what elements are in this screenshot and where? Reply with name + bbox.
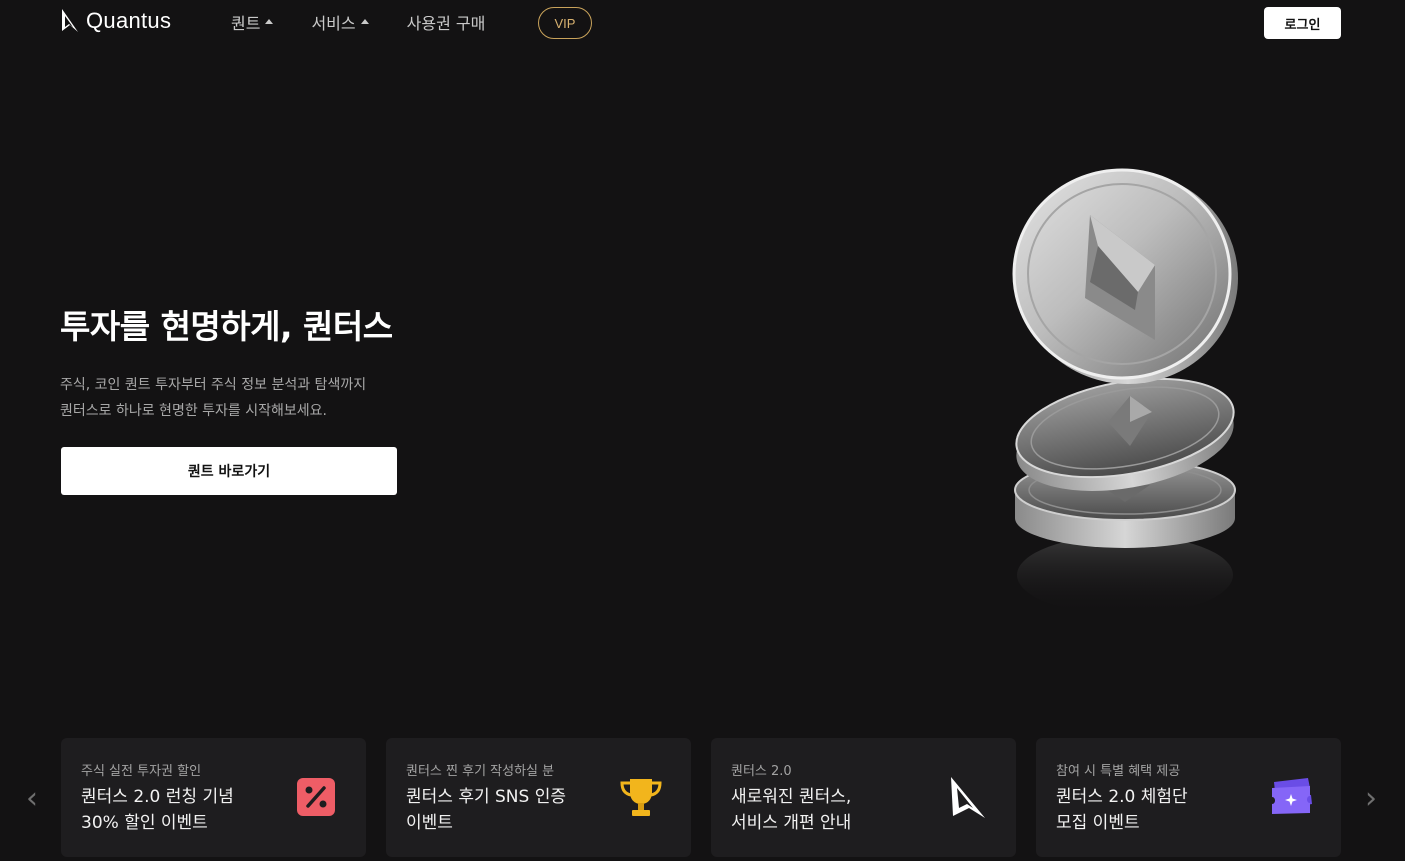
nav-item-label: 서비스: [311, 14, 356, 33]
nav-item-services[interactable]: 서비스: [311, 10, 369, 34]
silver-coins-illustration: [1012, 168, 1238, 615]
login-button[interactable]: 로그인: [1264, 7, 1341, 39]
card-title-line: 서비스 개편 안내: [731, 813, 852, 833]
caret-up-icon: [265, 18, 274, 24]
card-title-line: 퀀터스 후기 SNS 인증: [406, 787, 566, 807]
nav-item-label: 퀀트: [231, 14, 261, 33]
carousel-prev-button[interactable]: ‹: [22, 780, 42, 816]
nav-item-label: 사용권 구매: [406, 14, 486, 33]
top-navigation-bar: Quantus 퀀트 서비스 사용권 구매 VIP 로그인: [0, 0, 1405, 46]
chevron-right-icon: ›: [1365, 780, 1377, 816]
card-tag: 참여 시 특별 혜택 제공: [1056, 764, 1181, 779]
card-title-line: 퀀터스 2.0 런칭 기념: [81, 787, 234, 807]
card-title-line: 모집 이벤트: [1056, 813, 1140, 833]
chevron-left-icon: ‹: [26, 780, 38, 816]
card-tag: 주식 실전 투자권 할인: [81, 764, 202, 779]
nav-item-purchase[interactable]: 사용권 구매: [407, 10, 486, 34]
nav-item-quant[interactable]: 퀀트: [231, 10, 274, 34]
card-title: 퀀터스 2.0 체험단 모집 이벤트: [1056, 784, 1246, 836]
main-nav: 퀀트 서비스 사용권 구매: [231, 6, 523, 38]
percent-tag-icon: [297, 778, 335, 816]
carousel-next-button[interactable]: ›: [1361, 780, 1381, 816]
quant-shortcut-button[interactable]: 퀀트 바로가기: [61, 447, 397, 495]
card-title-line: 30% 할인 이벤트: [81, 813, 208, 833]
event-card-tester[interactable]: 참여 시 특별 혜택 제공 퀀터스 2.0 체험단 모집 이벤트: [1036, 738, 1341, 857]
card-title-line: 새로워진 퀀터스,: [731, 787, 852, 807]
hero-description: 주식, 코인 퀀트 투자부터 주식 정보 분석과 탐색까지 퀀터스로 하나로 현…: [60, 372, 480, 424]
event-card-discount[interactable]: 주식 실전 투자권 할인 퀀터스 2.0 런칭 기념 30% 할인 이벤트: [61, 738, 366, 857]
quantus-logo-icon: [62, 9, 78, 32]
card-title-line: 이벤트: [406, 813, 453, 833]
quantus-logo-icon: [951, 777, 985, 818]
event-card-review[interactable]: 퀀터스 찐 후기 작성하실 분 퀀터스 후기 SNS 인증 이벤트: [386, 738, 691, 857]
card-tag: 퀀터스 2.0: [731, 764, 792, 779]
quantus-logo[interactable]: Quantus: [60, 6, 171, 36]
card-title: 새로워진 퀀터스, 서비스 개편 안내: [731, 784, 921, 836]
hero-title: 투자를 현명하게, 퀀터스: [60, 307, 393, 346]
trophy-icon: [620, 779, 662, 816]
hero-description-line: 주식, 코인 퀀트 투자부터 주식 정보 분석과 탐색까지: [60, 377, 367, 393]
card-tag: 퀀터스 찐 후기 작성하실 분: [406, 764, 555, 779]
event-card-renewal[interactable]: 퀀터스 2.0 새로워진 퀀터스, 서비스 개편 안내: [711, 738, 1016, 857]
card-title: 퀀터스 2.0 런칭 기념 30% 할인 이벤트: [81, 784, 271, 836]
card-title-line: 퀀터스 2.0 체험단: [1056, 787, 1188, 807]
hero-description-line: 퀀터스로 하나로 현명한 투자를 시작해보세요.: [60, 403, 327, 419]
vip-button[interactable]: VIP: [538, 7, 592, 39]
ticket-icon: [1272, 778, 1312, 814]
caret-up-icon: [360, 18, 369, 24]
logo-text: Quantus: [86, 8, 172, 33]
card-title: 퀀터스 후기 SNS 인증 이벤트: [406, 784, 596, 836]
